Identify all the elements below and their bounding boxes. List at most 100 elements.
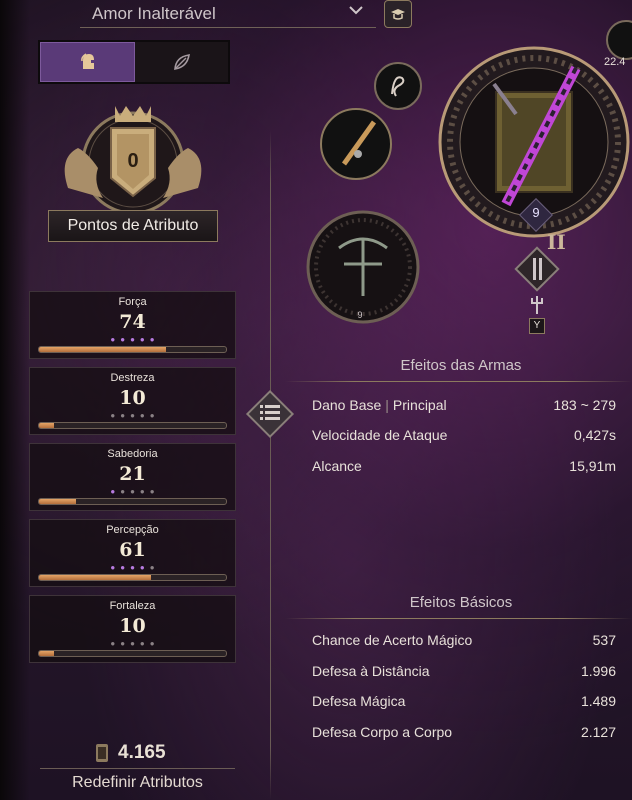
swap-key-hint: Y bbox=[529, 318, 545, 334]
loadout-dropdown-label: Amor Inalterável bbox=[92, 3, 216, 23]
attribute-pip: ● bbox=[120, 335, 131, 344]
attribute-pip: ● bbox=[139, 411, 150, 420]
attribute-points-label: Pontos de Atributo bbox=[48, 210, 218, 242]
toggle-passive[interactable] bbox=[135, 42, 228, 82]
attribute-card[interactable]: Fortaleza 10 ●●●●● bbox=[29, 595, 236, 663]
weapon-effect-value: 0,427s bbox=[573, 427, 616, 443]
attribute-pip: ● bbox=[130, 335, 140, 344]
weapon-effect-tag: Principal bbox=[392, 397, 447, 413]
attribute-progress-bar bbox=[38, 346, 227, 353]
basic-effect-label: Defesa à Distância bbox=[312, 663, 430, 679]
attribute-name: Sabedoria bbox=[107, 448, 158, 460]
attribute-progress-fill bbox=[39, 423, 54, 428]
vertical-divider bbox=[270, 130, 271, 800]
attribute-pip: ● bbox=[110, 639, 121, 648]
attribute-pip: ● bbox=[130, 639, 140, 648]
attribute-name: Percepção bbox=[106, 524, 159, 536]
attribute-pip: ● bbox=[149, 639, 160, 648]
attribute-card[interactable]: Sabedoria 21 ●●●●● bbox=[29, 443, 236, 511]
rune-icon bbox=[391, 76, 405, 97]
details-list-button[interactable] bbox=[243, 387, 297, 441]
attribute-pip: ● bbox=[120, 487, 131, 496]
attribute-pip: ● bbox=[149, 411, 160, 420]
attribute-pip: ● bbox=[139, 563, 150, 572]
loadout-dropdown[interactable]: Amor Inalterável bbox=[80, 0, 376, 28]
attribute-pip: ● bbox=[130, 487, 140, 496]
toggle-character[interactable] bbox=[40, 42, 135, 82]
list-icon bbox=[260, 405, 280, 420]
attribute-value: 74 bbox=[119, 311, 146, 333]
attribute-value: 10 bbox=[119, 387, 146, 409]
attribute-pips: ●●●●● bbox=[30, 411, 235, 420]
currency-amount: 4.165 bbox=[118, 742, 166, 763]
basic-effect-row: Defesa Mágica 1.489 bbox=[312, 690, 616, 712]
attribute-card[interactable]: Força 74 ●●●●● bbox=[29, 291, 236, 359]
attribute-progress-bar bbox=[38, 498, 227, 505]
attribute-pips: ●●●●● bbox=[30, 563, 235, 572]
scroll-icon bbox=[96, 744, 108, 762]
basic-effect-label: Defesa Mágica bbox=[312, 693, 406, 709]
attribute-value: 61 bbox=[119, 539, 146, 561]
attribute-pip: ● bbox=[120, 411, 131, 420]
attribute-progress-fill bbox=[39, 499, 77, 504]
skill-slot-staff[interactable] bbox=[320, 108, 392, 180]
left-shadow bbox=[0, 0, 30, 800]
attribute-pips: ●●●●● bbox=[30, 335, 235, 344]
attribute-pips: ●●●●● bbox=[30, 487, 235, 496]
weapon-effect-label: Velocidade de Ataque bbox=[312, 427, 448, 443]
main-weapon-level: 9 bbox=[532, 205, 540, 220]
attribute-value: 21 bbox=[119, 463, 146, 485]
basic-effect-value: 1.996 bbox=[580, 663, 616, 679]
trident-icon bbox=[531, 296, 543, 314]
weapon-effect-label-group: Alcance bbox=[312, 458, 362, 474]
secondary-weapon-slot[interactable] bbox=[304, 208, 422, 326]
attribute-name: Destreza bbox=[110, 372, 155, 384]
attribute-progress-bar bbox=[38, 574, 227, 581]
attribute-progress-fill bbox=[39, 347, 167, 352]
basic-effect-value: 537 bbox=[592, 632, 616, 648]
attribute-pip: ● bbox=[120, 563, 131, 572]
weapon-effect-row: Dano Base | Principal 183 ~ 279 bbox=[312, 394, 616, 416]
attribute-card[interactable]: Percepção 61 ●●●●● bbox=[29, 519, 236, 587]
attribute-points-value: 0 bbox=[127, 150, 139, 172]
skill-slot-rune[interactable] bbox=[374, 62, 422, 110]
weapon-effect-row: Velocidade de Ataque 0,427s bbox=[312, 424, 616, 446]
view-toggle bbox=[38, 40, 230, 84]
weapon-effect-row: Alcance 15,91m bbox=[312, 455, 616, 477]
weapon-effect-label-group: Velocidade de Ataque bbox=[312, 427, 447, 443]
weapon-effect-label-group: Dano Base | Principal bbox=[312, 397, 447, 413]
weapon-effect-separator: | bbox=[385, 397, 389, 413]
attribute-pip: ● bbox=[149, 487, 160, 496]
basic-effects-divider bbox=[285, 618, 632, 619]
weapon-effects-divider bbox=[285, 381, 632, 382]
attribute-pip: ● bbox=[130, 563, 140, 572]
attribute-value: 10 bbox=[119, 615, 146, 637]
attribute-pip: ● bbox=[149, 563, 160, 572]
hat-icon bbox=[391, 9, 405, 20]
attribute-pip: ● bbox=[120, 639, 131, 648]
attribute-card[interactable]: Destreza 10 ●●●●● bbox=[29, 367, 236, 435]
basic-effect-value: 1.489 bbox=[580, 693, 616, 709]
weapon-effect-value: 183 ~ 279 bbox=[553, 397, 616, 413]
weapon-effects-title: Efeitos das Armas bbox=[400, 357, 522, 374]
secondary-weapon-level: 9 bbox=[357, 310, 363, 320]
attribute-pip: ● bbox=[139, 639, 150, 648]
staff-icon bbox=[341, 120, 377, 166]
basic-effect-row: Chance de Acerto Mágico 537 bbox=[312, 629, 616, 651]
basic-effect-label: Defesa Corpo a Corpo bbox=[312, 724, 453, 740]
basic-effect-row: Defesa à Distância 1.996 bbox=[312, 660, 616, 682]
reset-attributes-button[interactable]: Redefinir Atributos bbox=[40, 774, 235, 792]
basic-effect-value: 2.127 bbox=[580, 724, 616, 740]
attribute-name: Força bbox=[118, 296, 147, 308]
attribute-progress-fill bbox=[39, 575, 152, 580]
attribute-progress-bar bbox=[38, 650, 227, 657]
attribute-pip: ● bbox=[110, 487, 121, 496]
attribute-name: Fortaleza bbox=[109, 600, 156, 612]
weapon-effect-label: Alcance bbox=[312, 458, 362, 474]
weapon-effect-value: 15,91m bbox=[569, 458, 616, 474]
preset-manage-button[interactable] bbox=[384, 0, 412, 28]
attribute-points-emblem: 0 Pontos de Atributo bbox=[48, 98, 218, 258]
attribute-pip: ● bbox=[130, 411, 140, 420]
basic-effects-title: Efeitos Básicos bbox=[409, 594, 513, 611]
chevron-down-icon bbox=[349, 6, 363, 15]
